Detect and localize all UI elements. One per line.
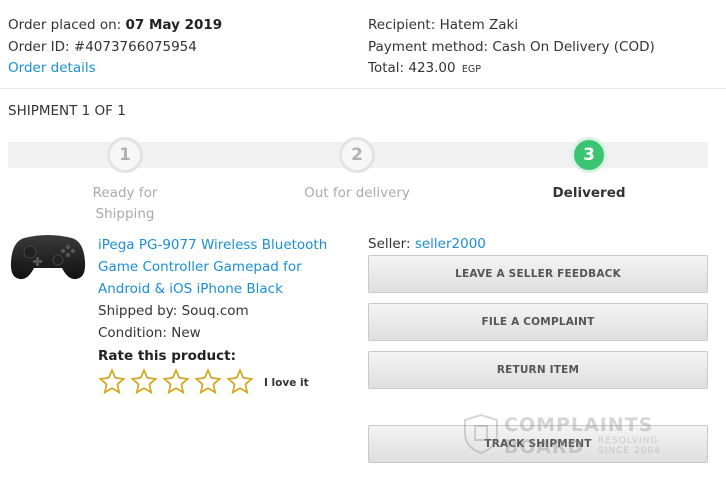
seller-link[interactable]: seller2000 xyxy=(415,236,486,252)
watermark-line1: COMPLAINTS xyxy=(504,414,654,436)
rating-text: I love it xyxy=(264,377,309,389)
watermark-line2: BOARD xyxy=(504,436,585,458)
file-complaint-button[interactable]: FILE A COMPLAINT xyxy=(368,303,708,341)
step-3-label: Delivered xyxy=(552,185,626,201)
product-title-line2: Game Controller Gamepad for xyxy=(98,259,302,275)
order-total: Total: 423.00 EGP xyxy=(368,58,481,80)
product-title-line3: Android & iOS iPhone Black xyxy=(98,281,283,297)
header-divider xyxy=(0,88,726,89)
seller-feedback-button[interactable]: LEAVE A SELLER FEEDBACK xyxy=(368,255,708,293)
shipped-by: Shipped by: Souq.com xyxy=(98,303,249,319)
order-placed-date: 07 May 2019 xyxy=(125,17,223,33)
seller: Seller: seller2000 xyxy=(368,234,486,255)
watermark-tag2: SINCE 2004 xyxy=(598,446,661,456)
order-id: Order ID: #4073766075954 xyxy=(8,37,197,58)
order-id-label: Order ID: xyxy=(8,39,70,55)
order-total-currency: EGP xyxy=(461,64,481,75)
step-3-circle: 3 xyxy=(571,137,607,173)
watermark-tagline: RESOLVING SINCE 2004 xyxy=(598,436,661,456)
star-4-icon[interactable] xyxy=(194,368,222,396)
step-1-label-line2: Shipping xyxy=(95,206,155,222)
step-1-label-line1: Ready for xyxy=(92,185,158,201)
order-placed: Order placed on: 07 May 2019 xyxy=(8,15,222,36)
step-1-label: Ready for Shipping xyxy=(65,183,185,225)
step-2-label: Out for delivery xyxy=(304,185,410,201)
star-5-icon[interactable] xyxy=(226,368,254,396)
shipment-title: SHIPMENT 1 OF 1 xyxy=(8,103,126,119)
order-total-value: Total: 423.00 xyxy=(368,60,456,76)
step-1-circle: 1 xyxy=(107,137,143,173)
product-title-line1: iPega PG-9077 Wireless Bluetooth xyxy=(98,237,328,253)
payment-method: Payment method: Cash On Delivery (COD) xyxy=(368,39,655,55)
product-title-link[interactable]: iPega PG-9077 Wireless Bluetooth Game Co… xyxy=(98,234,327,300)
return-item-button[interactable]: RETURN ITEM xyxy=(368,351,708,389)
order-id-value: #4073766075954 xyxy=(73,39,197,55)
rating-stars xyxy=(98,368,254,396)
order-placed-label: Order placed on: xyxy=(8,17,122,33)
step-2-circle: 2 xyxy=(339,137,375,173)
seller-label: Seller: xyxy=(368,236,411,252)
condition: Condition: New xyxy=(98,325,201,341)
rate-label: Rate this product: xyxy=(98,348,236,364)
watermark-shield-icon xyxy=(464,414,498,454)
star-3-icon[interactable] xyxy=(162,368,190,396)
order-details-link[interactable]: Order details xyxy=(8,58,96,79)
product-image[interactable] xyxy=(10,232,86,282)
recipient: Recipient: Hatem Zaki xyxy=(368,17,519,33)
star-1-icon[interactable] xyxy=(98,368,126,396)
star-2-icon[interactable] xyxy=(130,368,158,396)
watermark-tag1: RESOLVING xyxy=(598,436,659,446)
